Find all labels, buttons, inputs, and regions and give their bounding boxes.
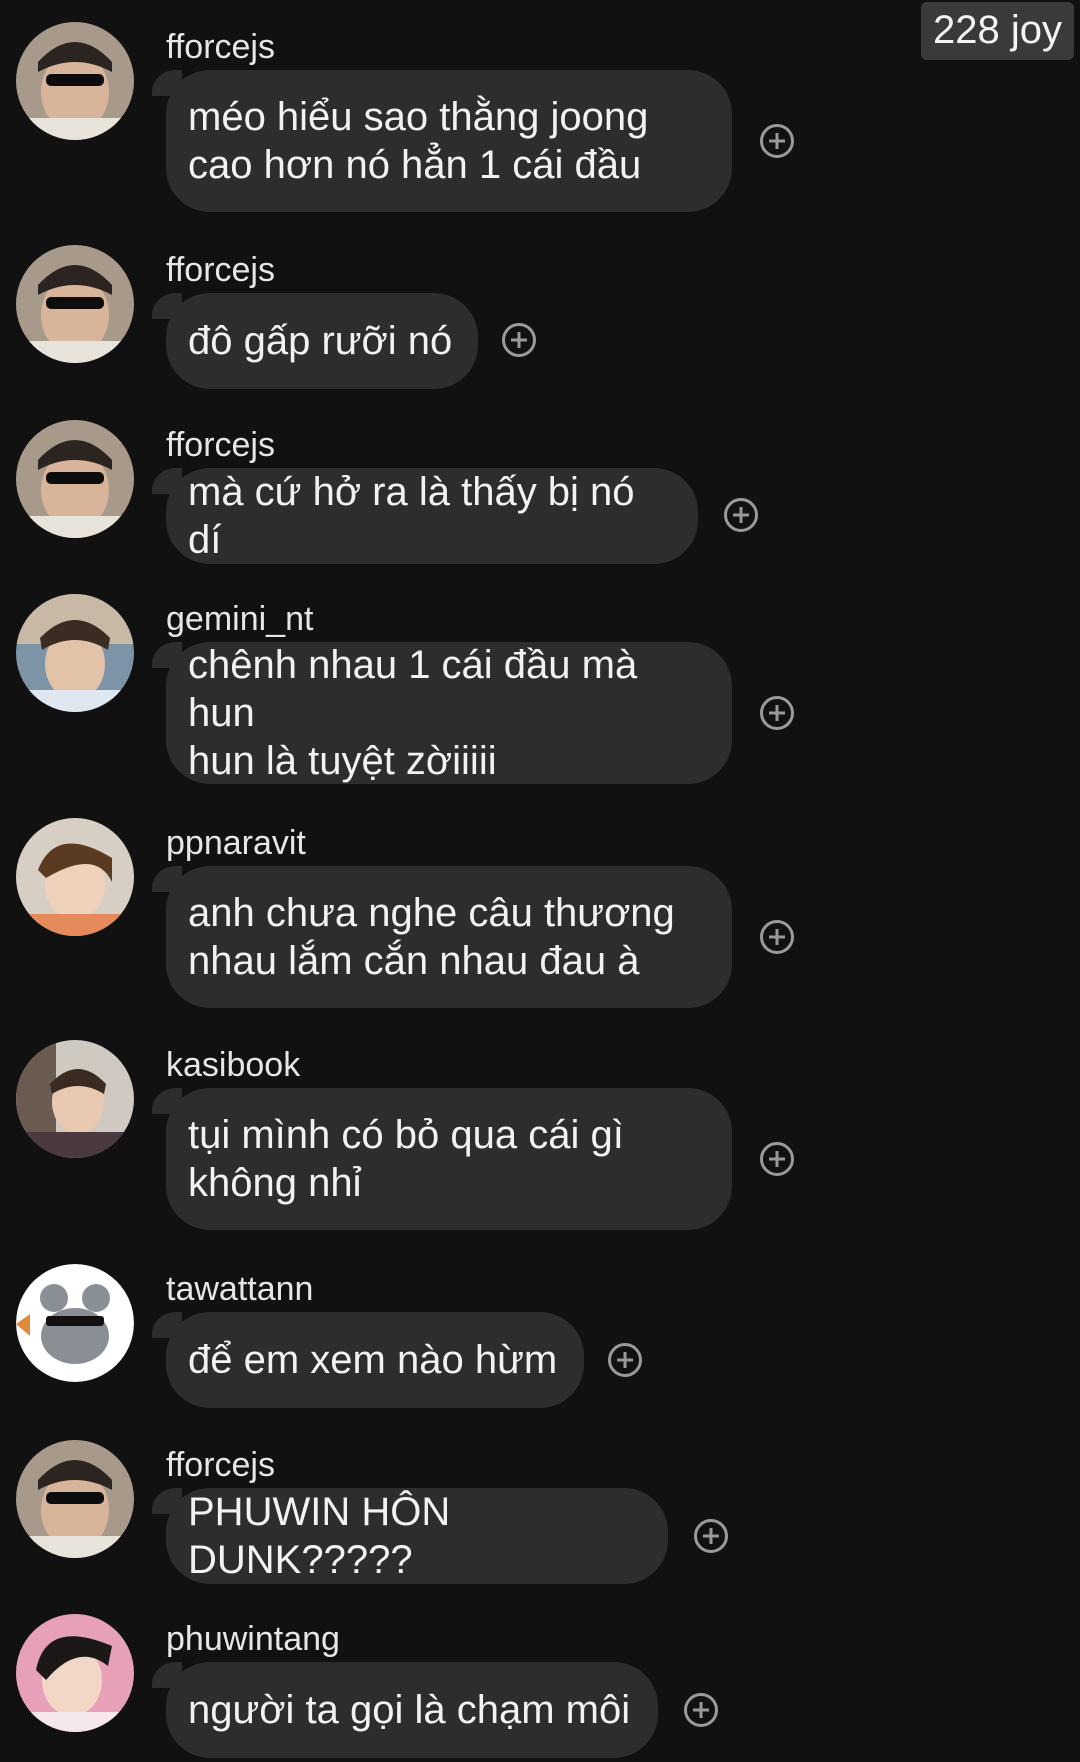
avatar[interactable] xyxy=(16,420,134,538)
message-bubble[interactable]: PHUWIN HÔN DUNK????? xyxy=(166,1488,668,1584)
avatar[interactable] xyxy=(16,1040,134,1158)
avatar[interactable] xyxy=(16,245,134,363)
username[interactable]: tawattann xyxy=(166,1272,313,1306)
message-item: fforcejs mà cứ hở ra là thấy bị nó dí xyxy=(0,398,1080,574)
message-item: fforcejs méo hiểu sao thằng joong cao hơ… xyxy=(0,0,1080,222)
avatar[interactable] xyxy=(16,22,134,140)
message-bubble[interactable]: méo hiểu sao thằng joong cao hơn nó hẳn … xyxy=(166,70,732,212)
message-bubble[interactable]: mà cứ hở ra là thấy bị nó dí xyxy=(166,468,698,564)
add-reaction-icon[interactable] xyxy=(760,124,794,158)
message-bubble[interactable]: để em xem nào hừm xyxy=(166,1312,584,1408)
message-item: tawattann để em xem nào hừm xyxy=(0,1240,1080,1416)
message-item: gemini_nt chênh nhau 1 cái đầu mà hun hu… xyxy=(0,574,1080,796)
username[interactable]: ppnaravit xyxy=(166,826,306,860)
message-bubble[interactable]: anh chưa nghe câu thương nhau lắm cắn nh… xyxy=(166,866,732,1008)
message-item: kasibook tụi mình có bỏ qua cái gì không… xyxy=(0,1018,1080,1240)
avatar[interactable] xyxy=(16,818,134,936)
add-reaction-icon[interactable] xyxy=(760,696,794,730)
message-bubble[interactable]: tụi mình có bỏ qua cái gì không nhỉ xyxy=(166,1088,732,1230)
message-bubble[interactable]: đô gấp rưỡi nó xyxy=(166,293,478,389)
username[interactable]: fforcejs xyxy=(166,253,275,287)
username[interactable]: fforcejs xyxy=(166,428,275,462)
add-reaction-icon[interactable] xyxy=(760,920,794,954)
message-item: phuwintang người ta gọi là chạm môi xyxy=(0,1592,1080,1762)
add-reaction-icon[interactable] xyxy=(608,1343,642,1377)
add-reaction-icon[interactable] xyxy=(502,323,536,357)
username[interactable]: phuwintang xyxy=(166,1622,340,1656)
add-reaction-icon[interactable] xyxy=(760,1142,794,1176)
avatar[interactable] xyxy=(16,594,134,712)
add-reaction-icon[interactable] xyxy=(724,498,758,532)
username[interactable]: gemini_nt xyxy=(166,602,313,636)
avatar[interactable] xyxy=(16,1440,134,1558)
message-bubble[interactable]: người ta gọi là chạm môi xyxy=(166,1662,658,1758)
username[interactable]: fforcejs xyxy=(166,30,275,64)
add-reaction-icon[interactable] xyxy=(694,1519,728,1553)
message-bubble[interactable]: chênh nhau 1 cái đầu mà hun hun là tuyệt… xyxy=(166,642,732,784)
avatar[interactable] xyxy=(16,1614,134,1732)
message-item: fforcejs PHUWIN HÔN DUNK????? xyxy=(0,1416,1080,1592)
username[interactable]: kasibook xyxy=(166,1048,300,1082)
avatar[interactable] xyxy=(16,1264,134,1382)
message-item: ppnaravit anh chưa nghe câu thương nhau … xyxy=(0,796,1080,1018)
username[interactable]: fforcejs xyxy=(166,1448,275,1482)
message-item: fforcejs đô gấp rưỡi nó xyxy=(0,222,1080,398)
add-reaction-icon[interactable] xyxy=(684,1693,718,1727)
